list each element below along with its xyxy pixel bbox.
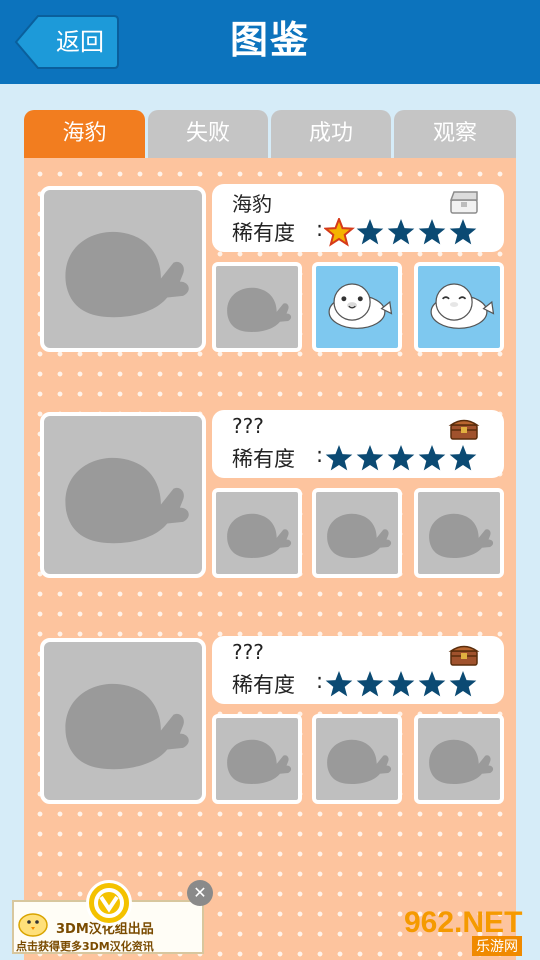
variant-thumbnail[interactable] — [414, 262, 504, 352]
seal-icon — [328, 283, 393, 329]
tab-success[interactable]: 成功 — [271, 110, 391, 160]
page-title: 图鉴 — [229, 18, 310, 62]
chick-icon — [18, 913, 48, 937]
rarity-colon: : — [316, 669, 324, 693]
watermark: 962.NET 乐游网 — [398, 906, 538, 956]
variant-thumbnail[interactable] — [212, 714, 302, 804]
locked-silhouette-icon — [227, 739, 292, 785]
locked-silhouette-icon — [429, 739, 494, 785]
entry-name: 海豹 — [232, 192, 272, 216]
tab-seal[interactable]: 海豹 — [24, 110, 145, 160]
entry-info-box: 海豹稀有度: — [212, 184, 504, 252]
entry-main-thumbnail[interactable] — [40, 638, 206, 804]
locked-silhouette-icon — [65, 231, 189, 318]
variant-thumbnail[interactable] — [312, 488, 402, 578]
ad-close-icon[interactable]: ✕ — [187, 880, 213, 906]
collection-entry[interactable]: 海豹稀有度: — [40, 158, 504, 352]
3dm-logo-icon — [86, 880, 132, 926]
entry-main-thumbnail[interactable] — [40, 412, 206, 578]
rarity-stars — [325, 671, 477, 697]
rarity-colon: : — [316, 217, 324, 241]
treasure-chest-icon — [448, 419, 480, 440]
locked-silhouette-icon — [327, 739, 392, 785]
collection-entry[interactable]: ??? 稀有度: — [40, 384, 504, 578]
variant-thumbnail[interactable] — [212, 262, 302, 352]
treasure-chest-icon — [448, 645, 480, 666]
entry-info-box: ??? 稀有度: — [212, 636, 504, 704]
tab-fail[interactable]: 失败 — [148, 110, 268, 160]
star-icon — [325, 671, 353, 697]
ad-subtitle: 点击获得更多3DM汉化资讯 — [16, 940, 154, 953]
variant-thumbnail[interactable] — [414, 488, 504, 578]
star-icon — [356, 445, 384, 471]
seal-icon — [430, 283, 495, 329]
locked-silhouette-icon — [65, 683, 189, 770]
watermark-site: 962.NET — [404, 906, 523, 939]
entry-main-thumbnail[interactable] — [40, 186, 206, 352]
star-icon — [387, 445, 415, 471]
star-icon — [387, 671, 415, 697]
rarity-label: 稀有度 — [232, 447, 295, 471]
locked-silhouette-icon — [429, 513, 494, 559]
star-icon — [324, 218, 355, 247]
rarity-label: 稀有度 — [232, 673, 295, 697]
entry-name: ??? — [232, 414, 264, 438]
header-bar: 返回 图鉴 — [0, 0, 540, 84]
locked-silhouette-icon — [327, 513, 392, 559]
tab-observe[interactable]: 观察 — [394, 110, 516, 160]
star-icon — [325, 445, 353, 471]
star-icon — [418, 671, 446, 697]
entry-info-box: ??? 稀有度: — [212, 410, 504, 478]
rarity-label: 稀有度 — [232, 221, 295, 245]
star-icon — [418, 219, 446, 245]
rarity-stars — [324, 218, 477, 247]
star-icon — [356, 219, 384, 245]
treasure-chest-icon — [449, 191, 478, 214]
tab-bar: 海豹 失败 成功 观察 — [24, 110, 516, 160]
entry-name: ??? — [232, 640, 264, 664]
star-icon — [449, 219, 477, 245]
star-icon — [449, 671, 477, 697]
locked-silhouette-icon — [65, 457, 189, 544]
variant-thumbnail[interactable] — [312, 714, 402, 804]
locked-silhouette-icon — [227, 513, 292, 559]
star-icon — [449, 445, 477, 471]
star-icon — [418, 445, 446, 471]
rarity-stars — [325, 445, 477, 471]
locked-silhouette-icon — [227, 287, 292, 333]
variant-thumbnail[interactable] — [414, 714, 504, 804]
watermark-sub: 乐游网 — [472, 936, 522, 956]
rarity-colon: : — [316, 443, 324, 467]
variant-thumbnail[interactable] — [312, 262, 402, 352]
star-icon — [356, 671, 384, 697]
star-icon — [387, 219, 415, 245]
collection-entry[interactable]: ??? 稀有度: — [40, 610, 504, 804]
variant-thumbnail[interactable] — [212, 488, 302, 578]
